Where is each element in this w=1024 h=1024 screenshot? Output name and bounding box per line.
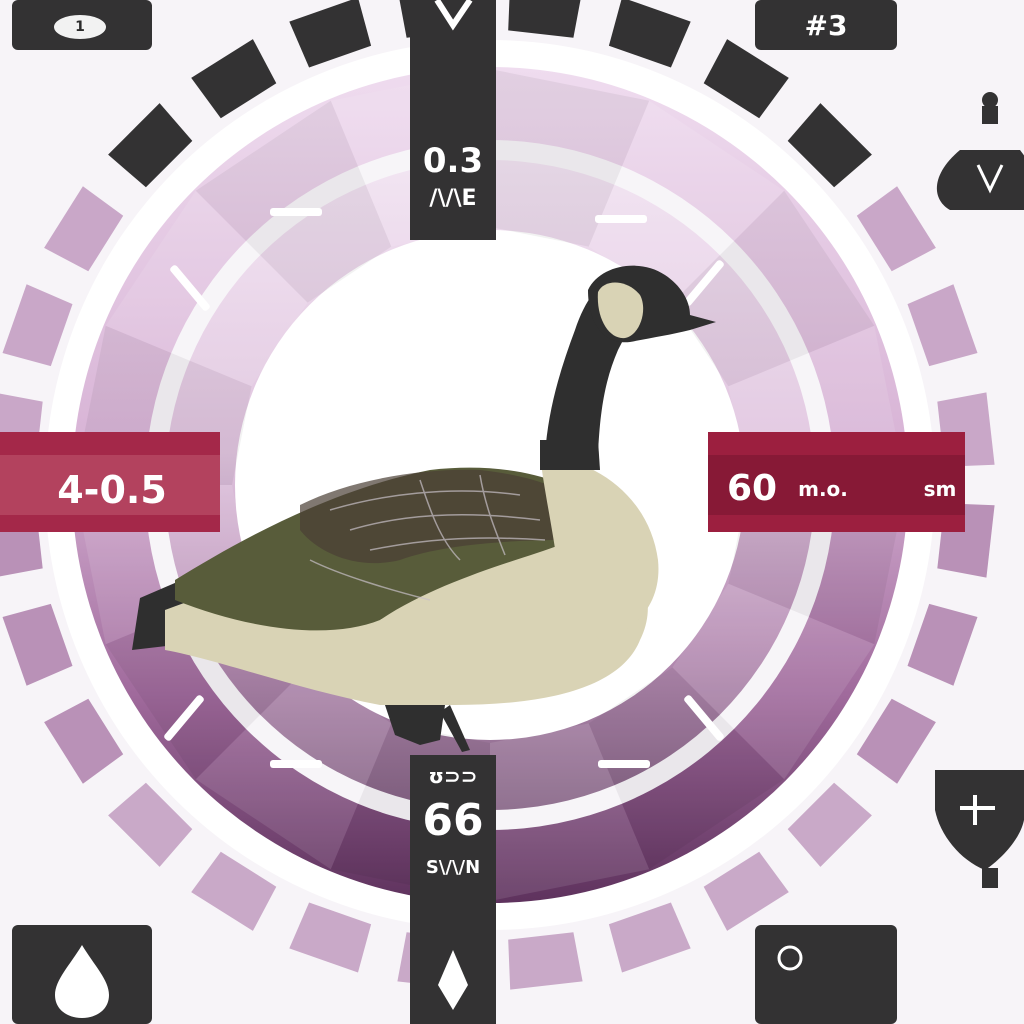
outer-segment xyxy=(508,0,581,38)
corner-right-lower[interactable] xyxy=(935,770,1024,888)
corner-top-right-label: #3 xyxy=(805,9,848,42)
right-unit-a: m.o. xyxy=(798,477,848,501)
dial-stage: 0.3 /\/\E 4-0.5 60 m.o. sm ʊ⊃⊃ 66 S\/\/N xyxy=(0,0,1024,1024)
corner-top-left[interactable]: 1 xyxy=(12,0,152,50)
hat-icon: 1 xyxy=(54,15,106,39)
outer-segment xyxy=(508,932,583,990)
outer-segment xyxy=(2,603,73,686)
top-readout: 0.3 xyxy=(423,141,483,181)
corner-top-right[interactable]: #3 xyxy=(755,0,897,50)
bottom-subreadout: S\/\/N xyxy=(426,857,480,878)
bottom-readout: 66 xyxy=(422,795,483,846)
left-readout: 4-0.5 xyxy=(57,468,167,512)
corner-bottom-right[interactable] xyxy=(755,925,897,1024)
outer-segment xyxy=(907,603,978,686)
right-unit-b: sm xyxy=(924,477,957,501)
right-readout: 60 xyxy=(727,468,777,509)
weight-icon xyxy=(937,92,1024,210)
counter-icon: #3 xyxy=(805,9,848,42)
corner-right-upper[interactable] xyxy=(937,92,1024,210)
outer-segment xyxy=(608,0,691,68)
svg-text:1: 1 xyxy=(75,19,85,35)
outer-segment xyxy=(289,902,372,973)
shield-plus-icon xyxy=(935,770,1024,888)
outer-segment xyxy=(289,0,372,68)
bottom-counter: ʊ⊃⊃ xyxy=(429,764,478,788)
outer-segment xyxy=(2,284,73,367)
outer-segment xyxy=(907,284,978,367)
outer-segment xyxy=(608,902,691,973)
top-subreadout: /\/\E xyxy=(429,186,476,211)
corner-bottom-left[interactable] xyxy=(12,925,152,1024)
